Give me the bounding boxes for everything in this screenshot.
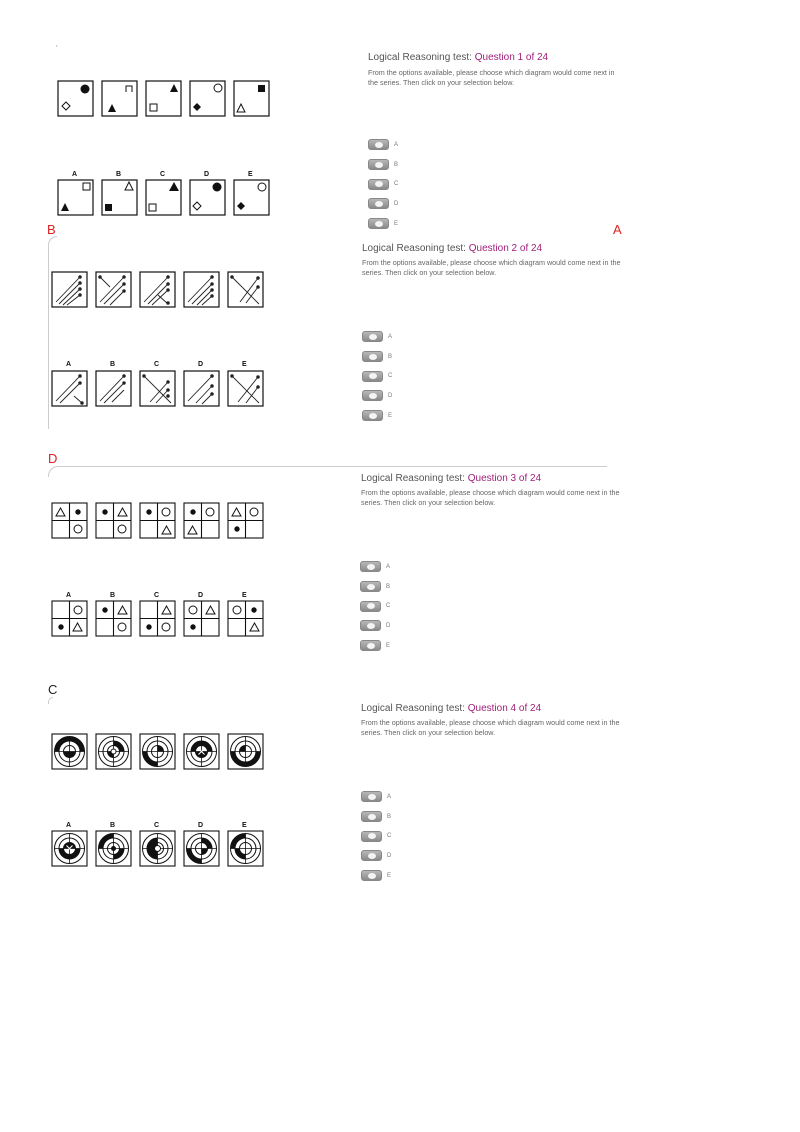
radio-button[interactable] bbox=[362, 390, 383, 402]
option-label: D bbox=[387, 852, 392, 859]
radio-button[interactable] bbox=[362, 410, 383, 422]
option-d[interactable]: D bbox=[362, 386, 392, 406]
radio-button[interactable] bbox=[368, 178, 389, 190]
option-b[interactable]: B bbox=[360, 577, 390, 597]
question-4-title: Logical Reasoning test: Question 4 of 24 bbox=[361, 703, 621, 714]
question-3-options: A B C D E bbox=[360, 557, 390, 655]
question-number: Question 1 of 24 bbox=[474, 52, 549, 63]
option-label: C bbox=[386, 603, 391, 610]
option-letter: E bbox=[242, 822, 247, 829]
radio-button[interactable] bbox=[360, 581, 381, 593]
title-prefix: Logical Reasoning test: bbox=[361, 703, 468, 714]
radio-button[interactable] bbox=[361, 830, 382, 842]
question-2-options: A B C D E bbox=[362, 327, 392, 425]
option-a[interactable]: A bbox=[362, 327, 392, 347]
radio-button[interactable] bbox=[360, 620, 381, 632]
option-label: A bbox=[386, 563, 391, 570]
question-1-panel: Logical Reasoning test: Question 1 of 24… bbox=[368, 52, 618, 87]
option-b[interactable]: B bbox=[361, 807, 391, 827]
question-3-instructions: From the options available, please choos… bbox=[361, 488, 620, 507]
radio-button[interactable] bbox=[362, 331, 383, 343]
radio-button[interactable] bbox=[368, 139, 389, 151]
radio-button[interactable] bbox=[360, 561, 381, 573]
question-number: Question 3 of 24 bbox=[467, 473, 542, 484]
question-4-panel: Logical Reasoning test: Question 4 of 24… bbox=[361, 703, 621, 737]
option-letter: D bbox=[198, 822, 203, 829]
option-label: E bbox=[386, 642, 391, 649]
option-label: D bbox=[388, 392, 393, 399]
option-label: B bbox=[388, 353, 393, 360]
question-4-options: A B C D E bbox=[361, 787, 391, 885]
option-label: C bbox=[394, 181, 399, 188]
option-label: D bbox=[386, 622, 391, 629]
question-1-options: A B C D E bbox=[368, 135, 398, 233]
option-label: B bbox=[386, 583, 391, 590]
question-number: Question 2 of 24 bbox=[468, 243, 543, 254]
option-letter: A bbox=[66, 822, 71, 829]
option-label: D bbox=[394, 200, 399, 207]
option-c[interactable]: C bbox=[362, 366, 392, 386]
answer-mark-q1-right: A bbox=[613, 222, 622, 237]
option-c[interactable]: C bbox=[361, 826, 391, 846]
question-3-panel: Logical Reasoning test: Question 3 of 24… bbox=[361, 473, 621, 507]
title-prefix: Logical Reasoning test: bbox=[361, 473, 468, 484]
radio-button[interactable] bbox=[361, 850, 382, 862]
radio-button[interactable] bbox=[362, 370, 383, 382]
option-label: A bbox=[388, 333, 393, 340]
question-3-title: Logical Reasoning test: Question 3 of 24 bbox=[361, 473, 621, 484]
option-label: A bbox=[394, 141, 399, 148]
radio-button[interactable] bbox=[368, 159, 389, 171]
option-label: C bbox=[387, 833, 392, 840]
radio-button[interactable] bbox=[361, 811, 382, 823]
radio-button[interactable] bbox=[368, 198, 389, 210]
option-label: E bbox=[394, 220, 399, 227]
option-letter: C bbox=[154, 822, 159, 829]
question-2-panel: Logical Reasoning test: Question 2 of 24… bbox=[362, 243, 622, 277]
option-a[interactable]: A bbox=[360, 557, 390, 577]
option-label: A bbox=[387, 793, 392, 800]
option-e[interactable]: E bbox=[361, 866, 391, 886]
option-c[interactable]: C bbox=[360, 596, 390, 616]
option-label: B bbox=[387, 813, 392, 820]
option-b[interactable]: B bbox=[362, 347, 392, 367]
question-4-instructions: From the options available, please choos… bbox=[361, 718, 620, 737]
question-2-title: Logical Reasoning test: Question 2 of 24 bbox=[362, 243, 622, 254]
question-2-instructions: From the options available, please choos… bbox=[362, 258, 621, 277]
question-4-figures: A B C D E bbox=[51, 733, 264, 867]
title-prefix: Logical Reasoning test: bbox=[368, 52, 475, 63]
option-a[interactable]: A bbox=[361, 787, 391, 807]
option-e[interactable]: E bbox=[360, 636, 390, 656]
option-a[interactable]: A bbox=[368, 135, 398, 155]
title-prefix: Logical Reasoning test: bbox=[362, 243, 469, 254]
option-b[interactable]: B bbox=[368, 155, 398, 175]
question-number: Question 4 of 24 bbox=[467, 703, 542, 714]
option-letter: B bbox=[110, 822, 115, 829]
radio-button[interactable] bbox=[360, 600, 381, 612]
option-label: B bbox=[394, 161, 399, 168]
option-label: E bbox=[387, 872, 392, 879]
option-e[interactable]: E bbox=[368, 214, 398, 234]
option-d[interactable]: D bbox=[368, 194, 398, 214]
radio-button[interactable] bbox=[361, 791, 382, 803]
option-e[interactable]: E bbox=[362, 406, 392, 426]
option-label: C bbox=[388, 373, 393, 380]
radio-button[interactable] bbox=[361, 870, 382, 882]
option-d[interactable]: D bbox=[361, 846, 391, 866]
radio-button[interactable] bbox=[362, 351, 383, 363]
question-1-title: Logical Reasoning test: Question 1 of 24 bbox=[368, 52, 618, 63]
radio-button[interactable] bbox=[368, 218, 389, 230]
option-c[interactable]: C bbox=[368, 174, 398, 194]
option-d[interactable]: D bbox=[360, 616, 390, 636]
option-label: E bbox=[388, 412, 393, 419]
question-1-instructions: From the options available, please choos… bbox=[368, 68, 615, 87]
radio-button[interactable] bbox=[360, 640, 381, 652]
